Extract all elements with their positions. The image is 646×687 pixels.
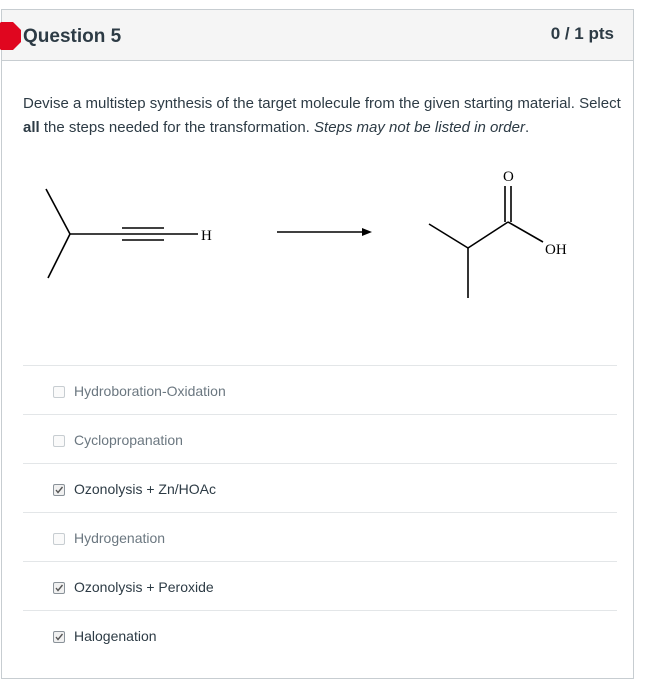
- answer-option[interactable]: Cyclopropanation: [23, 414, 617, 463]
- question-prompt: Devise a multistep synthesis of the targ…: [23, 92, 623, 140]
- prompt-bold: all: [23, 119, 40, 136]
- checkbox-checked[interactable]: [53, 631, 65, 643]
- check-icon: [55, 486, 64, 494]
- prompt-text: Devise a multistep synthesis of the targ…: [23, 95, 621, 112]
- question-card: Question 5 0 / 1 pts Devise a multistep …: [0, 9, 634, 679]
- check-icon: [55, 584, 64, 592]
- alkyne-h-label: H: [201, 228, 212, 244]
- answer-option[interactable]: Hydrogenation: [23, 512, 617, 561]
- answer-option[interactable]: Ozonolysis + Peroxide: [23, 561, 617, 610]
- answer-option[interactable]: Ozonolysis + Zn/HOAc: [23, 463, 617, 512]
- starting-material-structure: [45, 188, 198, 279]
- flag-icon[interactable]: [0, 22, 21, 50]
- reaction-arrow: [277, 228, 372, 236]
- answer-option[interactable]: Halogenation: [23, 610, 617, 659]
- answer-label[interactable]: Hydroboration-Oxidation: [74, 383, 226, 399]
- prompt-text-2: the steps needed for the transformation.: [39, 119, 315, 136]
- answer-label[interactable]: Ozonolysis + Peroxide: [74, 579, 214, 595]
- checkbox-checked[interactable]: [53, 582, 65, 594]
- checkbox-checked[interactable]: [53, 484, 65, 496]
- checkbox-unchecked[interactable]: [53, 435, 65, 447]
- question-title: Question 5: [23, 26, 122, 47]
- checkbox-unchecked[interactable]: [53, 386, 65, 398]
- carbonyl-o-label: O: [503, 169, 514, 185]
- answer-label[interactable]: Ozonolysis + Zn/HOAc: [74, 481, 216, 497]
- prompt-italic: Steps may not be listed in order: [314, 119, 525, 136]
- hydroxyl-oh-label: OH: [545, 242, 567, 258]
- reaction-scheme: H O OH: [45, 169, 567, 298]
- answer-list: Hydroboration-Oxidation Cyclopropanation O…: [23, 365, 617, 659]
- question-points: 0 / 1 pts: [550, 24, 614, 43]
- prompt-end: .: [524, 119, 530, 136]
- check-icon: [55, 633, 64, 641]
- answer-label[interactable]: Hydrogenation: [74, 530, 165, 546]
- checkbox-unchecked[interactable]: [53, 533, 65, 545]
- answer-label[interactable]: Cyclopropanation: [74, 432, 183, 448]
- answer-option[interactable]: Hydroboration-Oxidation: [23, 365, 617, 414]
- product-structure: [428, 186, 544, 298]
- question-header: Question 5 0 / 1 pts: [0, 10, 633, 61]
- answer-label[interactable]: Halogenation: [74, 628, 157, 644]
